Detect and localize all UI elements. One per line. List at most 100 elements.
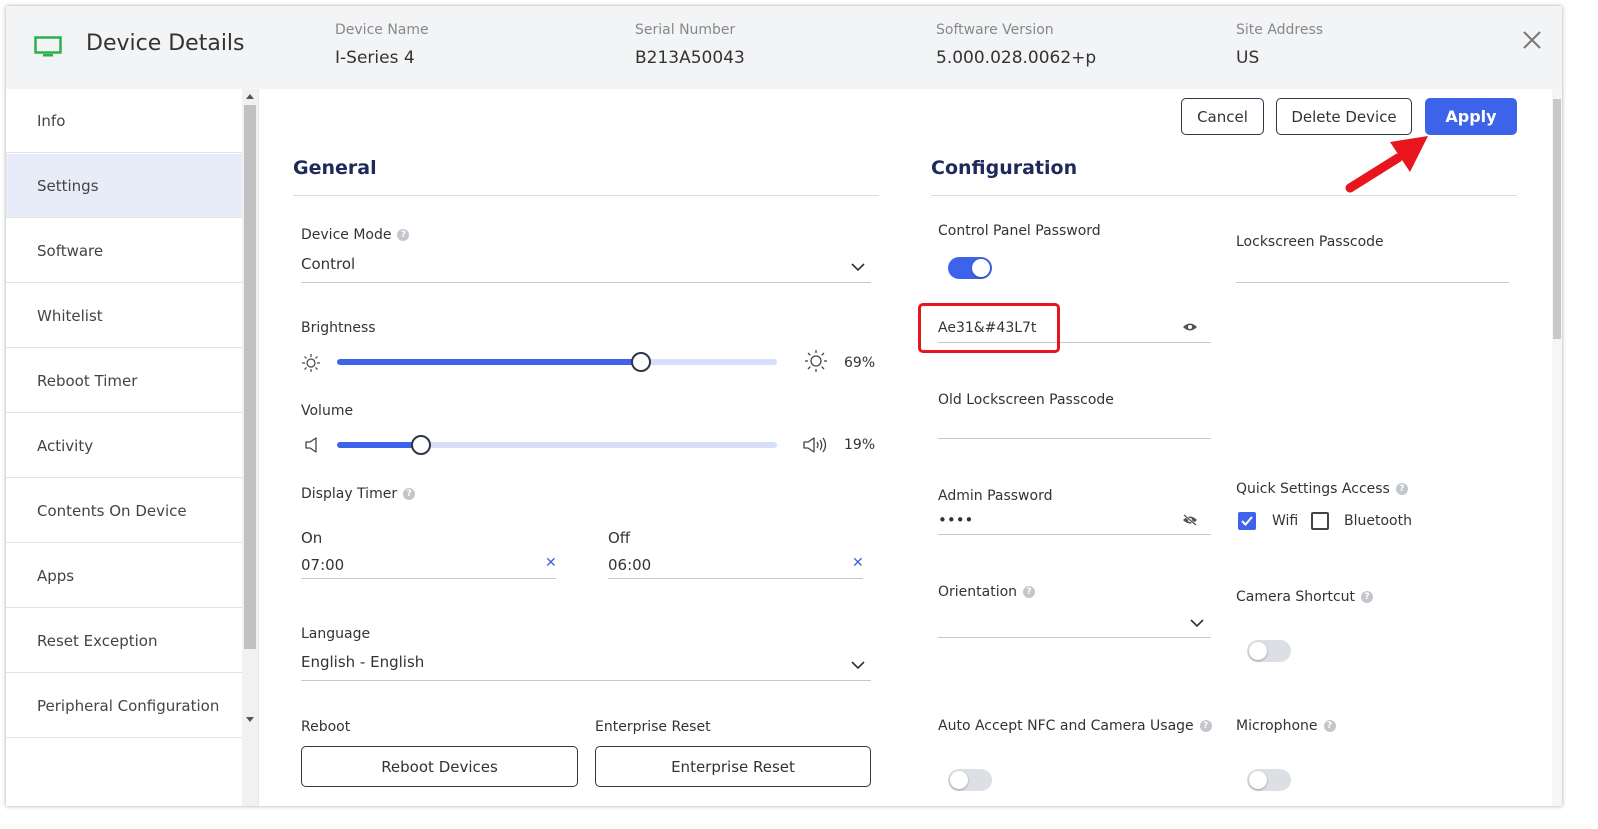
microphone-label-text: Microphone [1236,718,1318,734]
timer-off-input[interactable]: 06:00 [608,556,651,574]
camera-shortcut-label: Camera Shortcut? [1236,589,1374,605]
timer-on-input[interactable]: 07:00 [301,556,344,574]
device-mode-label-text: Device Mode [301,227,392,243]
chevron-down-icon[interactable] [850,660,866,670]
quick-settings-access-label: Quick Settings Access? [1236,481,1408,497]
auto-accept-nfc-toggle[interactable] [948,769,992,791]
help-icon[interactable]: ? [1361,591,1374,603]
orientation-label-text: Orientation [938,584,1018,600]
microphone-toggle[interactable] [1247,769,1291,791]
divider [301,282,871,283]
sidebar-item-software[interactable]: Software [6,219,242,283]
sidebar-item-info[interactable]: Info [6,89,242,153]
device-mode-select[interactable]: Control [301,255,355,273]
volume-low-icon [305,437,317,453]
divider [301,578,556,579]
enterprise-reset-button[interactable]: Enterprise Reset [595,746,871,787]
brightness-slider-handle[interactable] [631,352,651,372]
meta-label: Site Address [1236,22,1324,38]
divider [931,195,1517,196]
auto-accept-nfc-label-text: Auto Accept NFC and Camera Usage [938,718,1194,734]
clear-icon[interactable]: ✕ [852,555,864,571]
display-timer-label: Display Timer? [301,486,416,502]
page-title: Device Details [86,31,245,56]
reboot-devices-button[interactable]: Reboot Devices [301,746,578,787]
sidebar-item-reset-exception[interactable]: Reset Exception [6,609,242,673]
scroll-down-icon[interactable] [246,717,254,722]
volume-label: Volume [301,403,354,419]
old-lockscreen-passcode-input[interactable] [938,438,1211,439]
display-timer-label-text: Display Timer [301,486,398,502]
close-button[interactable] [1518,26,1546,54]
control-panel-password-toggle[interactable] [948,257,992,279]
sidebar-item-peripheral-configuration[interactable]: Peripheral Configuration [6,674,242,738]
meta-value: US [1236,48,1260,68]
sidebar-item-activity[interactable]: Activity [6,414,242,478]
highlight-box [918,303,1060,353]
scrollbar-thumb[interactable] [1553,99,1561,339]
wifi-checkbox[interactable] [1238,512,1256,530]
meta-site-address: Site Address US [1236,22,1323,68]
old-lockscreen-passcode-label: Old Lockscreen Passcode [938,392,1114,408]
admin-password-label: Admin Password [938,488,1053,504]
microphone-label: Microphone? [1236,718,1336,734]
sidebar-item-whitelist[interactable]: Whitelist [6,284,242,348]
cancel-button[interactable]: Cancel [1181,98,1264,135]
auto-accept-nfc-label: Auto Accept NFC and Camera Usage? [938,718,1212,734]
brightness-slider-fill [337,359,641,365]
help-icon[interactable]: ? [1199,720,1212,732]
chevron-down-icon[interactable] [850,262,866,272]
bluetooth-label: Bluetooth [1344,513,1412,529]
volume-slider-handle[interactable] [411,435,431,455]
wifi-label: Wifi [1272,513,1299,529]
language-select[interactable]: English - English [301,653,424,671]
admin-password-input[interactable]: •••• [938,511,973,529]
quick-settings-access-label-text: Quick Settings Access [1236,481,1390,497]
help-icon[interactable]: ? [1323,720,1336,732]
timer-off-label: Off [608,529,631,547]
lockscreen-passcode-input[interactable] [1236,282,1509,283]
language-label: Language [301,626,371,642]
volume-slider-fill [337,442,421,448]
sidebar: Info Settings Software Whitelist Reboot … [6,89,242,806]
check-icon [1241,516,1253,526]
bluetooth-checkbox[interactable] [1311,512,1329,530]
close-icon [1523,31,1541,49]
reboot-label: Reboot [301,719,351,735]
eye-icon[interactable] [1182,322,1198,332]
enterprise-reset-label: Enterprise Reset [595,719,711,735]
divider [293,195,879,196]
lockscreen-passcode-label: Lockscreen Passcode [1236,234,1384,250]
eye-slash-icon[interactable] [1182,514,1198,526]
scrollbar-thumb[interactable] [244,105,256,649]
meta-label: Software Version [936,22,1054,38]
chevron-down-icon[interactable] [1189,618,1205,628]
timer-on-label: On [301,529,323,547]
clear-icon[interactable]: ✕ [545,555,557,571]
main-scrollbar[interactable] [1552,89,1562,806]
help-icon[interactable]: ? [397,229,410,241]
orientation-select[interactable] [938,637,1211,638]
brightness-value: 69% [844,355,876,371]
toggle-knob [950,771,968,789]
volume-high-icon [803,437,827,453]
sidebar-item-reboot-timer[interactable]: Reboot Timer [6,349,242,413]
meta-value: B213A50043 [635,48,745,68]
camera-shortcut-toggle[interactable] [1247,640,1291,662]
sidebar-item-contents-on-device[interactable]: Contents On Device [6,479,242,543]
help-icon[interactable]: ? [403,488,416,500]
annotation-arrow-icon [1345,136,1428,193]
sidebar-item-settings[interactable]: Settings [6,154,242,218]
meta-label: Serial Number [635,22,736,38]
toggle-knob [972,259,990,277]
meta-label: Device Name [335,22,429,38]
toggle-knob [1249,771,1267,789]
sidebar-item-apps[interactable]: Apps [6,544,242,608]
scroll-up-icon[interactable] [246,94,254,99]
apply-button[interactable]: Apply [1425,98,1517,135]
sidebar-scrollbar[interactable] [242,89,258,806]
control-panel-password-label: Control Panel Password [938,223,1101,239]
help-icon[interactable]: ? [1023,586,1036,598]
help-icon[interactable]: ? [1395,483,1408,495]
brightness-low-icon [302,354,320,372]
